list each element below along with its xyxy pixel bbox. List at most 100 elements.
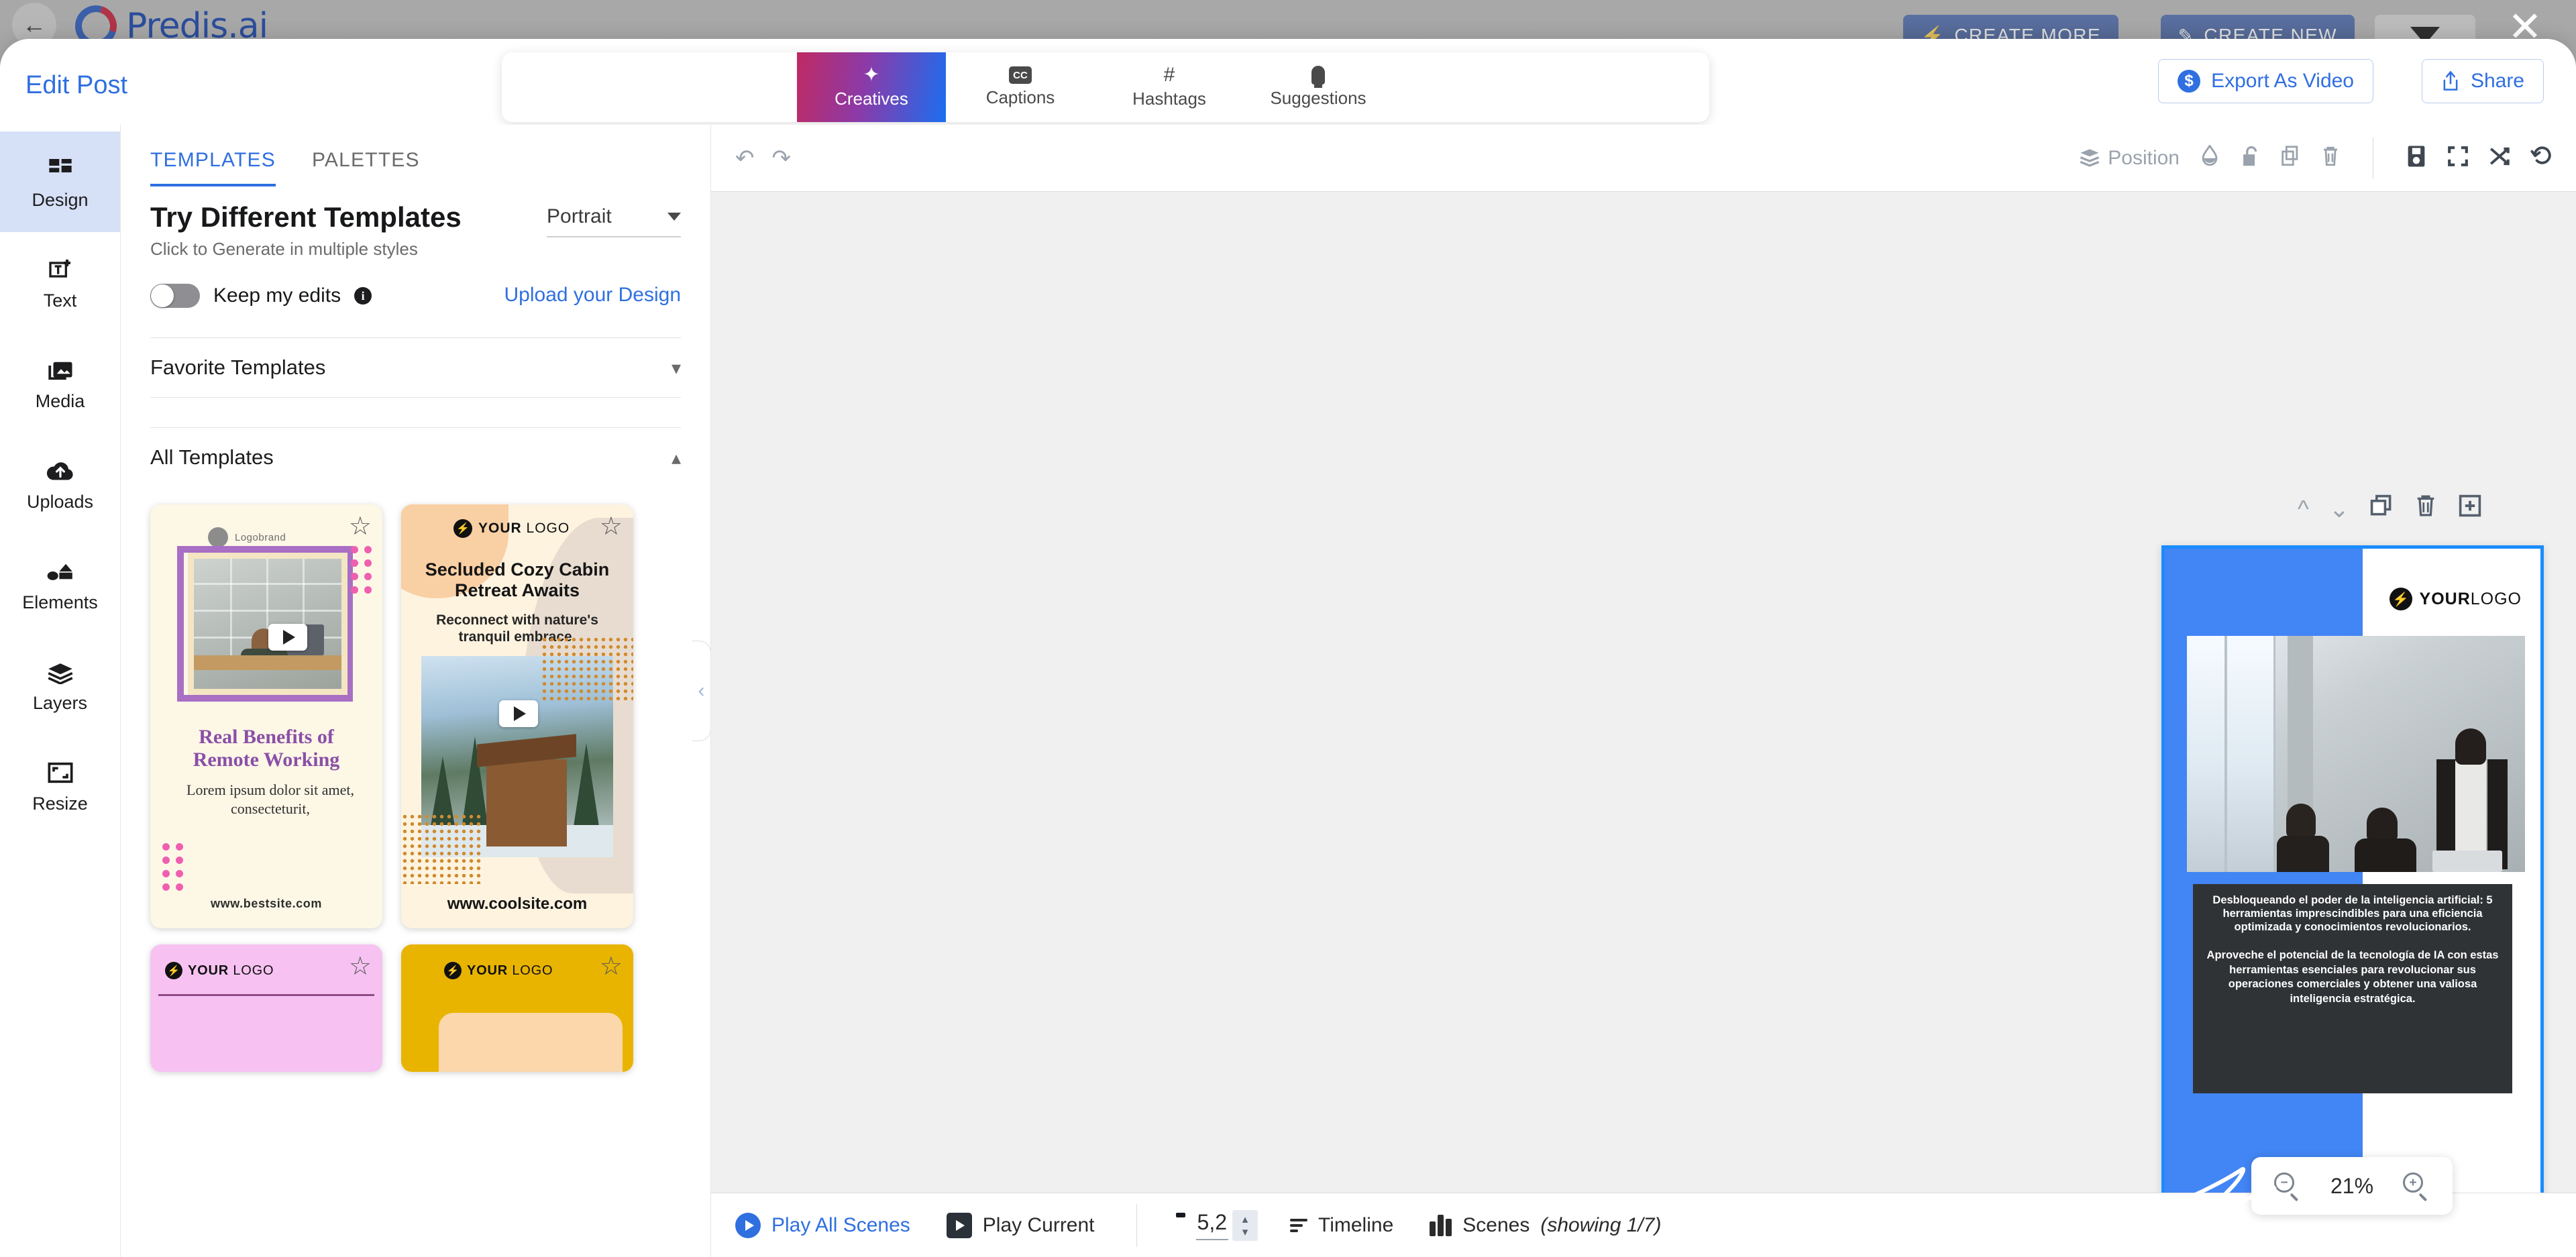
canvas-area: ↶ ↷ Position ^ ⌄ ⚡ YOURLOGO Desbloqueand… xyxy=(711,125,2576,1257)
template-card[interactable]: ☆ ⚡ YOUR LOGO xyxy=(150,944,382,1072)
signature-graphic xyxy=(2174,1166,2277,1210)
upload-design-link[interactable]: Upload your Design xyxy=(504,284,681,307)
panel-heading-block: Try Different Templates Click to Generat… xyxy=(121,186,710,260)
play-all-scenes-button[interactable]: Play All Scenes xyxy=(735,1212,910,1238)
brand-mark-icon xyxy=(208,527,228,547)
all-templates-section[interactable]: All Templates ▴ xyxy=(150,427,681,487)
timeline-label: Timeline xyxy=(1318,1213,1394,1236)
redo-icon[interactable]: ↷ xyxy=(772,147,792,170)
panel-tab-palettes[interactable]: PALETTES xyxy=(312,149,420,186)
zoom-in-icon[interactable]: + xyxy=(2402,1172,2430,1201)
export-as-video-button[interactable]: $ Export As Video xyxy=(2158,59,2373,103)
add-text-icon xyxy=(47,254,74,285)
template-brand-label: YOUR LOGO xyxy=(188,963,274,978)
play-overlay-icon[interactable] xyxy=(268,624,307,651)
template-photo xyxy=(188,553,347,695)
closed-caption-icon: CC xyxy=(1009,66,1032,84)
duplicate-icon[interactable] xyxy=(2369,494,2394,524)
cloud-upload-icon xyxy=(46,455,75,486)
template-body: Lorem ipsum dolor sit amet, consecteturi… xyxy=(186,781,354,817)
play-all-label: Play All Scenes xyxy=(771,1213,910,1236)
favorite-star-icon[interactable]: ☆ xyxy=(600,954,623,979)
undo-icon[interactable]: ↶ xyxy=(735,147,755,170)
position-button[interactable]: Position xyxy=(2080,147,2180,170)
bolt-icon: ⚡ xyxy=(165,962,182,979)
share-icon xyxy=(2443,71,2458,91)
add-scene-icon[interactable] xyxy=(2458,494,2482,524)
image-icon xyxy=(46,355,74,386)
rail-item-media[interactable]: Media xyxy=(0,333,120,433)
tab-hashtags-label: Hashtags xyxy=(1132,89,1206,109)
keep-edits-row: Keep my edits i Upload your Design xyxy=(121,260,710,308)
panel-collapse-handle[interactable]: ‹ xyxy=(692,641,710,741)
divider xyxy=(158,994,374,996)
favorite-star-icon[interactable]: ☆ xyxy=(349,514,372,539)
templates-panel: TEMPLATES PALETTES Try Different Templat… xyxy=(121,125,711,1257)
slide-canvas[interactable]: ⚡ YOURLOGO Desbloqueando el poder de la … xyxy=(2161,545,2544,1221)
rail-item-layers[interactable]: Layers xyxy=(0,635,120,735)
rail-item-text[interactable]: Text xyxy=(0,232,120,333)
tab-suggestions-label: Suggestions xyxy=(1270,88,1366,108)
history-controls: ↶ ↷ xyxy=(735,147,791,170)
tab-captions[interactable]: CC Captions xyxy=(946,52,1095,122)
canvas-toolbar: ↶ ↷ Position xyxy=(711,125,2576,192)
scenes-icon xyxy=(1430,1214,1452,1236)
reset-icon[interactable] xyxy=(2530,146,2552,171)
rail-item-resize[interactable]: Resize xyxy=(0,735,120,836)
template-grid: ☆ Logobrand Real Benefits of Remote Work… xyxy=(121,487,710,1072)
share-label: Share xyxy=(2470,70,2524,92)
slide-paragraph-1: Desbloqueando el poder de la inteligenci… xyxy=(2212,894,2493,934)
duplicate-icon[interactable] xyxy=(2280,145,2300,172)
decor-dot-grid xyxy=(401,813,482,884)
rail-label-design: Design xyxy=(32,189,89,210)
shuffle-icon[interactable] xyxy=(2489,146,2510,171)
play-current-button[interactable]: Play Current xyxy=(946,1212,1095,1238)
stopwatch-icon xyxy=(1169,1212,1192,1238)
unlock-icon[interactable] xyxy=(2240,145,2260,172)
chevron-up-icon[interactable]: ^ xyxy=(2298,495,2309,523)
play-icon xyxy=(735,1212,761,1238)
tab-hashtags[interactable]: # Hashtags xyxy=(1095,52,1244,122)
export-label: Export As Video xyxy=(2211,70,2354,92)
rail-item-uploads[interactable]: Uploads xyxy=(0,433,120,534)
tab-creatives[interactable]: ✦ Creatives xyxy=(797,52,946,122)
duration-value[interactable]: 5,2 xyxy=(1195,1210,1228,1240)
template-card[interactable]: ☆ ⚡ YOUR LOGO xyxy=(401,944,633,1072)
favorite-templates-section[interactable]: Favorite Templates ▾ xyxy=(150,337,681,398)
chevron-down-icon[interactable]: ⌄ xyxy=(2329,495,2349,523)
panel-tabs: TEMPLATES PALETTES xyxy=(121,125,710,186)
timeline-icon xyxy=(1290,1218,1307,1232)
template-card[interactable]: ☆ ⚡ YOUR LOGO Secluded Cozy Cabin Retrea… xyxy=(401,504,633,928)
keep-edits-toggle[interactable] xyxy=(150,284,200,308)
play-square-icon xyxy=(946,1212,972,1238)
info-icon[interactable]: i xyxy=(354,287,372,305)
scenes-button[interactable]: Scenes (showing 1/7) xyxy=(1430,1214,1661,1237)
template-card[interactable]: ☆ Logobrand Real Benefits of Remote Work… xyxy=(150,504,382,928)
template-brand: ⚡ YOUR LOGO xyxy=(444,962,553,979)
fullscreen-icon[interactable] xyxy=(2447,146,2469,171)
trash-icon[interactable] xyxy=(2320,145,2341,172)
stepper-down-icon[interactable]: ▾ xyxy=(1242,1226,1248,1238)
play-overlay-icon[interactable] xyxy=(499,700,538,727)
stepper-up-icon[interactable]: ▴ xyxy=(1242,1213,1248,1225)
grid-layout-icon xyxy=(47,154,74,184)
hashtag-icon: # xyxy=(1163,64,1175,86)
template-brand-label: Logobrand xyxy=(235,531,286,543)
panel-tab-templates[interactable]: TEMPLATES xyxy=(150,149,276,186)
tab-suggestions[interactable]: Suggestions xyxy=(1244,52,1393,122)
scene-duration-field[interactable]: 5,2 ▴ ▾ xyxy=(1169,1209,1258,1241)
favorite-star-icon[interactable]: ☆ xyxy=(600,514,623,539)
template-brand: Logobrand xyxy=(208,527,286,547)
duration-stepper[interactable]: ▴ ▾ xyxy=(1232,1209,1258,1241)
save-icon[interactable] xyxy=(2406,145,2427,172)
share-button[interactable]: Share xyxy=(2421,59,2544,103)
favorite-star-icon[interactable]: ☆ xyxy=(349,954,372,979)
template-brand: ⚡ YOUR LOGO xyxy=(453,519,570,538)
modal-header: Edit Post ✦ Creatives CC Captions # Hash… xyxy=(0,39,2576,125)
trash-icon[interactable] xyxy=(2414,494,2438,524)
opacity-drop-icon[interactable] xyxy=(2200,144,2220,172)
rail-item-design[interactable]: Design xyxy=(0,131,120,232)
rail-item-elements[interactable]: Elements xyxy=(0,534,120,635)
timeline-button[interactable]: Timeline xyxy=(1290,1214,1393,1237)
orientation-select[interactable]: Portrait xyxy=(547,205,681,237)
